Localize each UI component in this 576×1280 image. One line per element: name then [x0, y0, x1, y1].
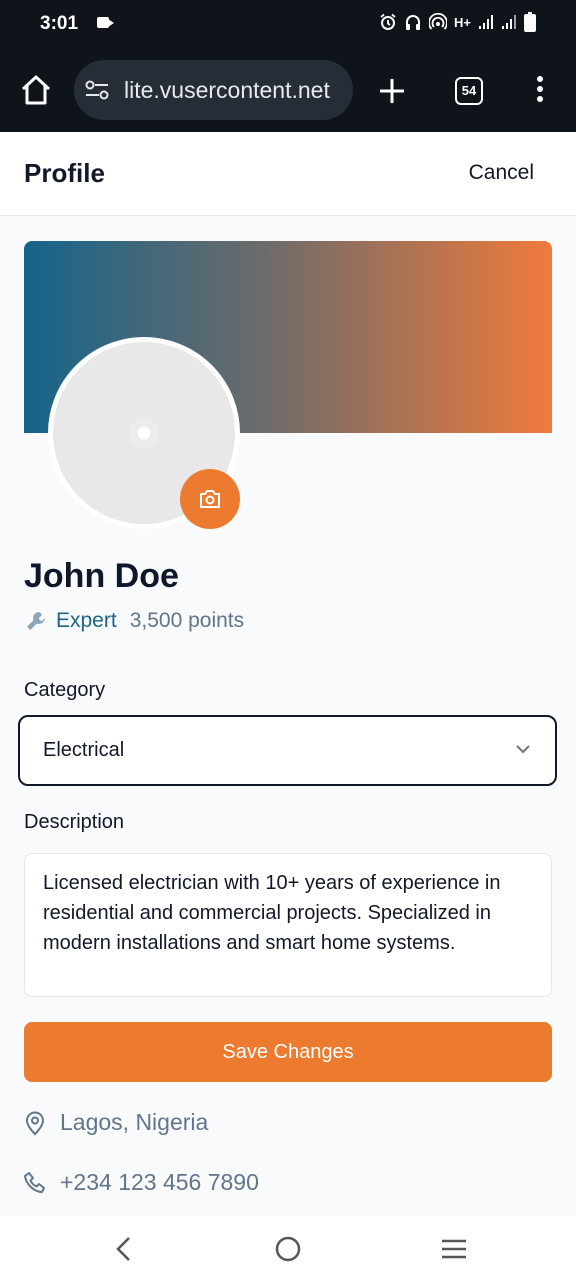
- points-label: 3,500 points: [129, 609, 245, 632]
- address-bar[interactable]: lite.vusercontent.net: [74, 60, 353, 120]
- url-text[interactable]: lite.vusercontent.net: [124, 77, 330, 104]
- change-photo-button[interactable]: [180, 469, 240, 529]
- back-icon[interactable]: [113, 1236, 133, 1262]
- status-time: 3:01: [40, 13, 79, 34]
- status-bar: 3:01 H+: [0, 0, 576, 48]
- category-value: Electrical: [43, 739, 125, 761]
- recents-icon[interactable]: [441, 1236, 467, 1262]
- page-title: Profile: [24, 158, 105, 188]
- profile-name: John Doe: [24, 557, 179, 595]
- category-select[interactable]: Electrical: [18, 715, 557, 786]
- tabs-icon[interactable]: 54: [455, 77, 483, 105]
- wrench-icon: [27, 612, 45, 630]
- battery-icon: [524, 12, 536, 32]
- browser-toolbar: lite.vusercontent.net 54: [0, 48, 576, 132]
- camera-icon: [200, 490, 220, 508]
- cancel-button[interactable]: Cancel: [469, 161, 534, 185]
- avatar-placeholder-icon: [129, 418, 159, 448]
- page-header: Profile Cancel: [0, 132, 576, 216]
- alarm-icon: [380, 13, 396, 30]
- location-text: Lagos, Nigeria: [60, 1109, 209, 1135]
- profile-level: Expert 3,500 points: [24, 609, 244, 633]
- hotspot-icon: [429, 13, 448, 30]
- system-nav-bar: [0, 1216, 576, 1280]
- video-camera-icon: [97, 17, 114, 28]
- location-pin-icon: [25, 1111, 45, 1135]
- location-row: Lagos, Nigeria: [24, 1109, 208, 1136]
- level-label: Expert: [56, 609, 117, 632]
- chevron-down-icon: [516, 745, 530, 754]
- phone-row: +234 123 456 7890: [24, 1169, 259, 1196]
- phone-text: +234 123 456 7890: [60, 1169, 259, 1195]
- headphones-icon: [406, 15, 421, 30]
- signal-icon: [502, 15, 516, 29]
- phone-icon: [24, 1171, 45, 1193]
- description-textarea[interactable]: Licensed electrician with 10+ years of e…: [24, 853, 552, 997]
- signal-icon: [479, 15, 493, 29]
- network-type: H+: [454, 14, 471, 30]
- more-vert-icon[interactable]: [532, 76, 548, 108]
- site-settings-icon[interactable]: [84, 79, 110, 101]
- home-circle-icon[interactable]: [275, 1236, 301, 1262]
- description-label: Description: [24, 811, 125, 833]
- home-icon[interactable]: [18, 72, 54, 108]
- category-label: Category: [24, 679, 106, 701]
- plus-icon[interactable]: [376, 75, 408, 107]
- save-changes-button[interactable]: Save Changes: [24, 1022, 552, 1082]
